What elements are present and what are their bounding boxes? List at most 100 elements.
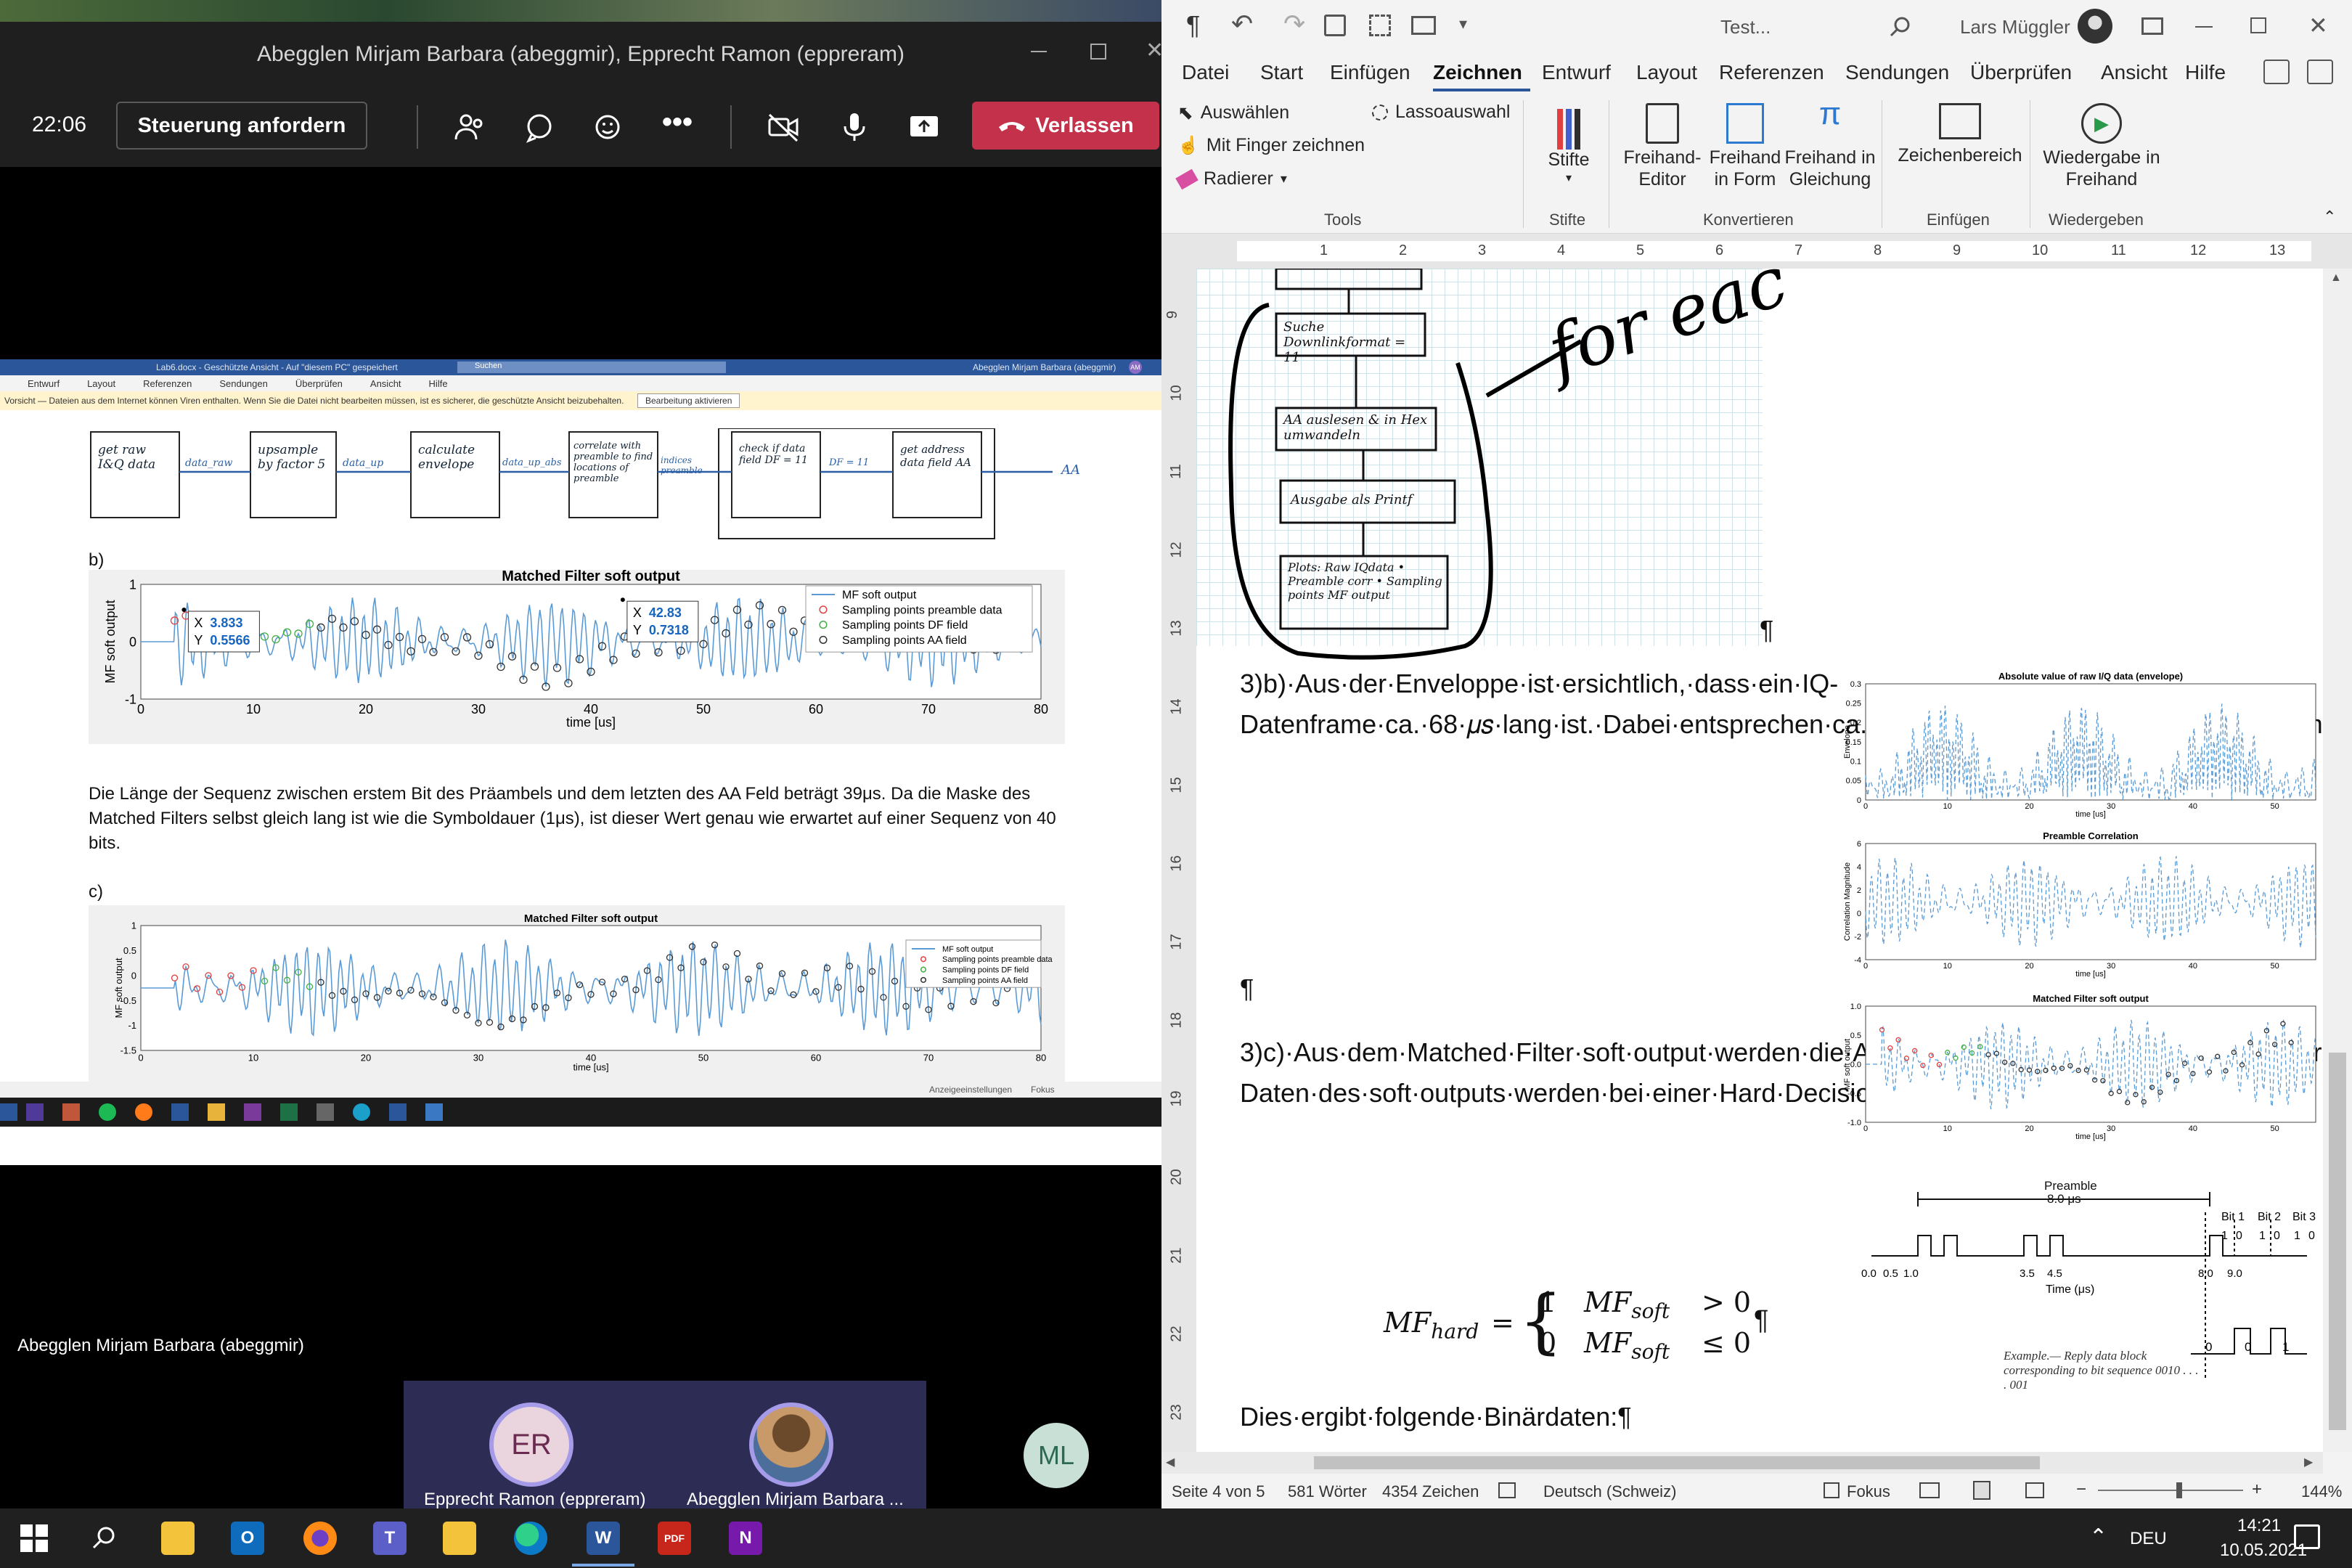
tab-zeichnen[interactable]: Zeichnen [1433, 61, 1522, 84]
avatar[interactable]: ER [489, 1402, 573, 1487]
tab-layout[interactable]: Layout [1636, 61, 1697, 84]
status-language[interactable]: Deutsch (Schweiz) [1543, 1482, 1676, 1501]
horizontal-ruler[interactable]: 1 2 3 4 5 6 7 8 9 10 11 12 13 [1161, 234, 2352, 269]
pens-button[interactable]: Stifte ▾ [1539, 103, 1598, 185]
minimize-icon[interactable] [1031, 51, 1047, 52]
status-focus[interactable]: Fokus [1847, 1482, 1890, 1501]
share-screen-icon[interactable] [906, 109, 942, 145]
scroll-thumb[interactable] [2329, 1053, 2346, 1430]
search-icon[interactable] [1887, 15, 1912, 39]
collapse-ribbon-icon[interactable]: ⌃ [2323, 208, 2336, 226]
clock-time[interactable]: 14:21 [2237, 1516, 2281, 1536]
document-page[interactable]: Suche Downlinkformat = 11 AA auslesen & … [1196, 269, 2323, 1452]
chat-icon[interactable] [521, 109, 558, 145]
lasso-button[interactable]: Lassoauswahl [1372, 102, 1510, 123]
outlook-icon[interactable]: O [231, 1522, 264, 1555]
y-tick-label: 2 [1857, 886, 1861, 895]
request-control-button[interactable]: Steuerung anfordern [116, 102, 367, 150]
edge-icon[interactable] [514, 1522, 547, 1555]
eraser-button[interactable]: Radierer ▾ [1175, 168, 1287, 189]
notifications-icon[interactable] [2294, 1524, 2320, 1549]
people-icon[interactable] [452, 109, 488, 145]
ink-to-shape-button[interactable]: Freihand in Form [1709, 103, 1781, 190]
zoom-slider-thumb[interactable] [2176, 1482, 2182, 1498]
file-explorer-icon[interactable] [161, 1522, 195, 1555]
proofing-icon[interactable] [1498, 1482, 1516, 1498]
search-icon[interactable] [90, 1524, 118, 1552]
minimize-icon[interactable] [2195, 26, 2213, 28]
tab-ueberpruefen[interactable]: Überprüfen [1970, 61, 2072, 84]
print-layout-icon[interactable] [1973, 1481, 1990, 1500]
draw-with-touch-button[interactable]: ☝ Mit Finger zeichnen [1177, 135, 1365, 156]
drawing-canvas-button[interactable]: Zeichenbereich [1895, 103, 2025, 166]
comments-icon[interactable] [2307, 60, 2333, 84]
share-icon[interactable] [2263, 60, 2290, 84]
scroll-thumb[interactable] [1314, 1456, 2040, 1469]
scroll-right-icon[interactable]: ▶ [2304, 1455, 2313, 1469]
close-icon[interactable]: ✕ [2308, 12, 2328, 39]
camera-off-icon[interactable] [765, 109, 801, 145]
input-language[interactable]: DEU [2130, 1529, 2167, 1549]
x-tick-label: 60 [809, 702, 823, 716]
screenshot-icon[interactable] [1369, 15, 1391, 36]
read-mode-icon[interactable] [1919, 1482, 1940, 1498]
select-button[interactable]: ⬉ Auswählen [1177, 102, 1289, 124]
firefox-icon[interactable] [303, 1522, 337, 1555]
maximize-icon[interactable] [2250, 17, 2266, 33]
tab-referenzen[interactable]: Referenzen [1719, 61, 1824, 84]
status-page[interactable]: Seite 4 von 5 [1172, 1482, 1265, 1501]
shared-title-bar: Lab6.docx - Geschützte Ansicht - Auf "di… [0, 359, 1161, 375]
tab-entwurf[interactable]: Entwurf [1542, 61, 1611, 84]
focus-icon[interactable] [1824, 1482, 1839, 1498]
tab-sendungen[interactable]: Sendungen [1845, 61, 1949, 84]
windows-start-icon[interactable] [20, 1524, 48, 1552]
avatar[interactable]: ML [1024, 1423, 1089, 1488]
ink-editor-button[interactable]: Freihand-Editor [1619, 103, 1706, 190]
tab-ansicht[interactable]: Ansicht [2101, 61, 2168, 84]
redo-icon[interactable]: ↷ [1283, 9, 1305, 39]
tab-start[interactable]: Start [1260, 61, 1303, 84]
zoom-in-icon[interactable]: + [2252, 1479, 2262, 1500]
ink-to-math-button[interactable]: π Freihand in Gleichung [1783, 98, 1877, 190]
undo-icon[interactable]: ↶ [1231, 9, 1253, 39]
leave-button[interactable]: Verlassen [972, 102, 1159, 150]
teams-icon[interactable]: T [373, 1522, 407, 1555]
customize-qat-icon[interactable]: ▾ [1459, 15, 1467, 33]
preamble-label: Preamble [2044, 1179, 2097, 1193]
vertical-scrollbar[interactable]: ▲ [2323, 269, 2352, 1452]
shared-task-icon [317, 1103, 334, 1121]
pdf-icon[interactable]: PDF [658, 1522, 691, 1555]
ribbon-display-icon[interactable] [2141, 17, 2163, 35]
tab-hilfe[interactable]: Hilfe [2185, 61, 2226, 84]
desktop-strip [0, 0, 1161, 22]
web-layout-icon[interactable] [2025, 1482, 2044, 1498]
maximize-icon[interactable] [1090, 44, 1106, 60]
save-icon[interactable] [1324, 15, 1346, 36]
zoom-out-icon[interactable]: − [2076, 1479, 2086, 1500]
avatar[interactable] [749, 1402, 833, 1487]
file-explorer-icon[interactable] [443, 1522, 476, 1555]
bit-value: 0 [2274, 1230, 2280, 1242]
scroll-left-icon[interactable]: ◀ [1166, 1455, 1175, 1469]
ink-replay-button[interactable]: ▶ Wiedergabe in Freihand [2040, 103, 2163, 190]
more-icon[interactable]: ••• [662, 106, 693, 139]
avatar[interactable] [2078, 9, 2112, 44]
zoom-level[interactable]: 144% [2301, 1482, 2342, 1501]
horizontal-scrollbar[interactable]: ◀ ▶ [1161, 1452, 2323, 1474]
vertical-ruler[interactable]: 9 10 11 12 13 14 15 16 17 18 19 20 21 22 23 [1161, 269, 1196, 1452]
status-chars[interactable]: 4354 Zeichen [1382, 1482, 1479, 1501]
word-icon[interactable]: W [587, 1522, 620, 1555]
microphone-icon[interactable] [836, 109, 873, 145]
formula-case1-sub: soft [1631, 1299, 1670, 1323]
tab-einfuegen[interactable]: Einfügen [1330, 61, 1410, 84]
zoom-slider[interactable] [2098, 1490, 2243, 1491]
chevron-up-icon[interactable]: ⌃ [2089, 1524, 2107, 1550]
onenote-icon[interactable]: N [729, 1522, 762, 1555]
tab-datei[interactable]: Datei [1182, 61, 1229, 84]
picture-icon[interactable] [1411, 16, 1436, 35]
scroll-up-icon[interactable]: ▲ [2330, 271, 2342, 285]
reactions-icon[interactable] [589, 109, 626, 145]
paragraph-marks-icon[interactable]: ¶ [1186, 10, 1200, 41]
document-title: Test... [1720, 16, 1771, 38]
status-words[interactable]: 581 Wörter [1288, 1482, 1367, 1501]
